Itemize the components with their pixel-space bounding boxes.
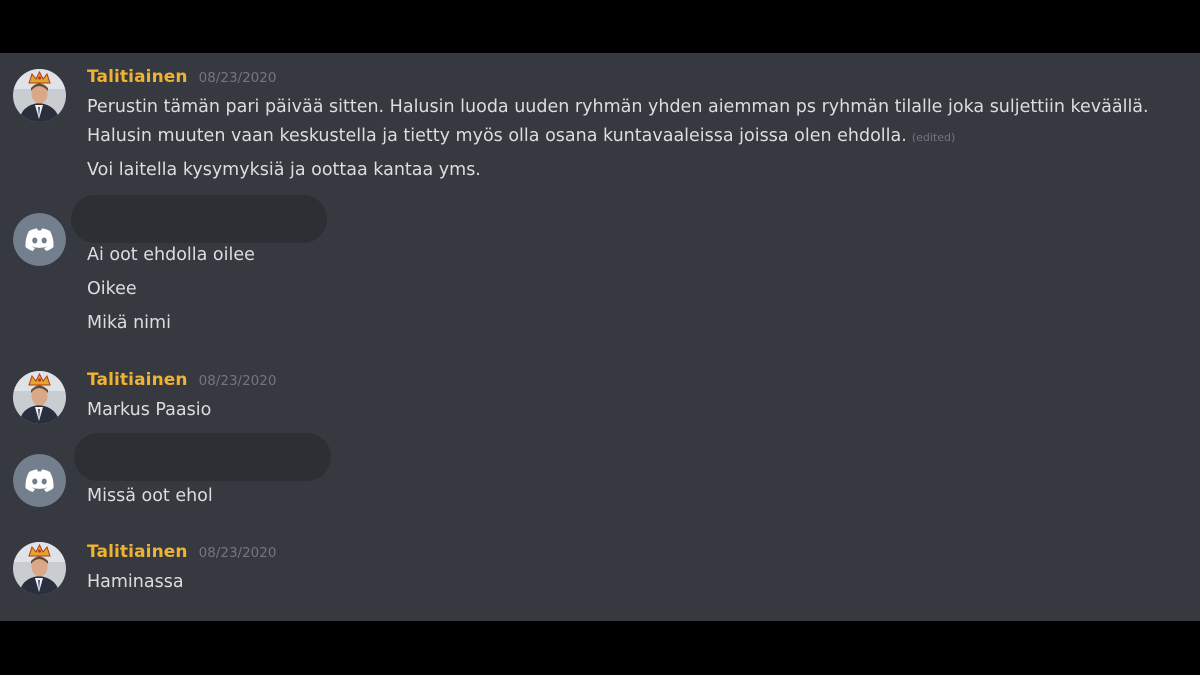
redacted-username bbox=[74, 433, 331, 481]
username[interactable]: Talitiainen bbox=[87, 542, 188, 562]
message-text: Haminassa bbox=[87, 572, 184, 592]
edited-label: (edited) bbox=[911, 131, 956, 144]
username[interactable]: Talitiainen bbox=[87, 370, 188, 390]
user-avatar-crowned[interactable] bbox=[13, 371, 66, 424]
message-header: Talitiainen 08/23/2020 bbox=[87, 370, 276, 394]
user-avatar-discord[interactable] bbox=[13, 213, 66, 266]
discord-logo-icon bbox=[13, 454, 66, 507]
message-header: Talitiainen 08/23/2020 bbox=[87, 67, 276, 91]
message-text: Halusin muuten vaan keskustella ja tiett… bbox=[87, 126, 956, 146]
message-text: Markus Paasio bbox=[87, 400, 212, 420]
username[interactable]: Talitiainen bbox=[87, 67, 188, 87]
chat-window: Talitiainen 08/23/2020 Perustin tämän pa… bbox=[0, 53, 1200, 621]
message-text: Oikee bbox=[87, 279, 137, 299]
message-text: Mikä nimi bbox=[87, 313, 171, 333]
message-text: Ai oot ehdolla oilee bbox=[87, 245, 255, 265]
message-text: Voi laitella kysymyksiä ja oottaa kantaa… bbox=[87, 160, 481, 180]
message-text: Perustin tämän pari päivää sitten. Halus… bbox=[87, 97, 1149, 117]
message-timestamp[interactable]: 08/23/2020 bbox=[199, 373, 277, 389]
crowned-person-avatar-icon bbox=[13, 371, 66, 424]
discord-logo-icon bbox=[13, 213, 66, 266]
message-header: Talitiainen 08/23/2020 bbox=[87, 542, 276, 566]
user-avatar-discord[interactable] bbox=[13, 454, 66, 507]
message-timestamp[interactable]: 08/23/2020 bbox=[199, 70, 277, 86]
crowned-person-avatar-icon bbox=[13, 542, 66, 595]
user-avatar-crowned[interactable] bbox=[13, 542, 66, 595]
user-avatar-crowned[interactable] bbox=[13, 69, 66, 122]
redacted-username bbox=[71, 195, 327, 243]
message-timestamp[interactable]: 08/23/2020 bbox=[199, 545, 277, 561]
message-text: Missä oot ehol bbox=[87, 486, 213, 506]
crowned-person-avatar-icon bbox=[13, 69, 66, 122]
